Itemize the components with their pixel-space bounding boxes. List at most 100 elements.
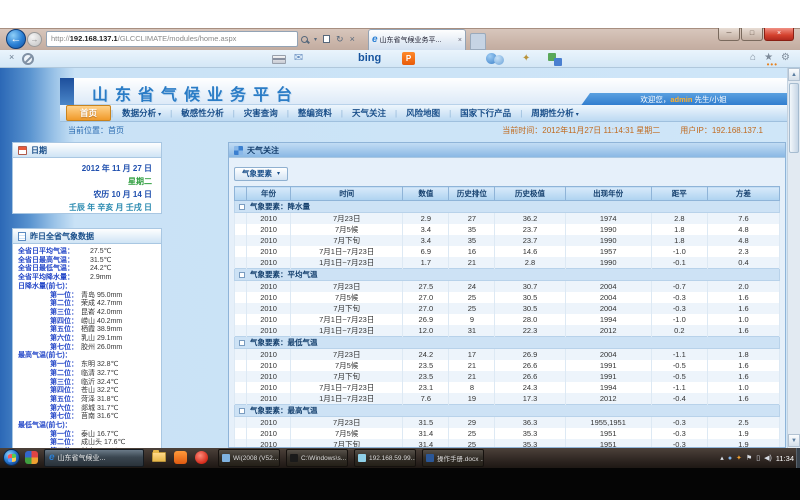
close-button[interactable]: × <box>764 28 794 41</box>
table-row: 20107月5候3.43523.719901.84.8 <box>235 224 780 235</box>
scrollbar-thumb[interactable] <box>789 83 799 153</box>
taskbar-app-icon[interactable] <box>25 451 38 464</box>
new-tab-button[interactable] <box>470 33 486 50</box>
taskbar-button-0[interactable]: Wi(2008 (V52... <box>218 449 280 467</box>
stat-label: 全省日最低气温： <box>18 265 90 274</box>
rank-label: 第一位： <box>18 361 78 370</box>
user-ip: 用户IP：192.168.137.1 <box>680 125 763 136</box>
expand-icon[interactable] <box>239 204 245 210</box>
weather-summary-header: 昨日全省气象数据 <box>13 229 161 244</box>
table-row: 20107月23日2.92736.219742.87.6 <box>235 213 780 225</box>
section-title: 气象要素：最低气温 <box>250 338 318 347</box>
table-cell: 4.8 <box>707 235 779 246</box>
start-button[interactable] <box>3 449 20 466</box>
mail-icon[interactable]: ✉ <box>294 51 303 64</box>
table-cell: 17.3 <box>495 393 565 405</box>
table-section-row[interactable]: 气象要素：最低气温 <box>235 337 780 349</box>
network-icon[interactable]: ▯ <box>756 454 760 462</box>
minimize-button[interactable]: ─ <box>718 28 740 41</box>
media-player-icon[interactable] <box>195 451 208 464</box>
stop-icon[interactable]: × <box>350 34 355 44</box>
vertical-scrollbar[interactable]: ▲ ▼ <box>787 68 800 448</box>
rank-value: 菏泽 31.8℃ <box>81 396 118 405</box>
table-row: 20101月1日~7月23日7.61917.32012-0.41.6 <box>235 393 780 405</box>
welcome-username: admin <box>670 95 692 104</box>
explorer-folder-icon[interactable] <box>152 452 166 462</box>
menu-item-5[interactable]: 天气关注 <box>343 106 395 120</box>
table-cell: 25 <box>449 428 495 439</box>
back-icon[interactable]: ← <box>6 29 26 49</box>
expand-icon[interactable] <box>239 408 245 414</box>
table-section-row[interactable]: 气象要素：平均气温 <box>235 269 780 281</box>
menu-item-2[interactable]: 敏感性分析 <box>172 106 233 120</box>
home-icon[interactable]: ⌂ <box>750 51 756 65</box>
table-cell: 7月23日 <box>291 417 403 429</box>
menu-item-6[interactable]: 风险地图 <box>397 106 449 120</box>
table-cell: 1.6 <box>707 371 779 382</box>
addon-close-icon[interactable]: × <box>9 52 14 62</box>
show-hidden-icons[interactable]: ▴ <box>720 454 724 462</box>
refresh-icon[interactable]: ↻ <box>336 34 344 45</box>
pinned-app-icon[interactable] <box>174 451 187 464</box>
expand-icon[interactable] <box>239 340 245 346</box>
blocked-icon[interactable] <box>22 53 34 65</box>
forward-icon[interactable]: → <box>27 32 42 47</box>
card-icon[interactable] <box>272 55 286 64</box>
rank-value: 东明 32.8℃ <box>81 361 118 370</box>
table-cell: 2010 <box>247 371 291 382</box>
menu-item-3[interactable]: 灾害查询 <box>235 106 287 120</box>
section-title: 气象要素：最高气温 <box>250 406 318 415</box>
rank-value: 胶州 26.0mm <box>81 344 122 353</box>
compatibility-icon[interactable] <box>323 35 330 43</box>
element-filter-button[interactable]: 气象要素 ▾ <box>234 167 288 181</box>
table-cell: -0.3 <box>651 417 707 429</box>
more-options-icon[interactable]: ••• <box>767 60 778 69</box>
rank-value: 青岛 95.0mm <box>81 292 122 301</box>
calendar-body: 2012 年 11 月 27 日 星期二 农历 10 月 14 日 壬辰 年 辛… <box>13 158 161 214</box>
tray-update-icon[interactable]: ✦ <box>736 454 742 462</box>
rank-label: 第三位： <box>18 379 78 388</box>
plugin-icon-star[interactable]: ✦ <box>522 53 530 64</box>
maximize-button[interactable]: □ <box>741 28 763 41</box>
taskbar-active-window[interactable]: e 山东省气候业... <box>44 449 144 467</box>
taskbar-button-1[interactable]: C:\Windows\s... <box>286 449 348 467</box>
table-section-row[interactable]: 气象要素：降水量 <box>235 201 780 213</box>
window-controls: ─ □ × <box>717 28 794 41</box>
menu-item-8[interactable]: 周期性分析▾ <box>522 106 588 120</box>
menu-item-0[interactable]: 首页 <box>66 105 111 121</box>
menu-item-7[interactable]: 国家下行产品 <box>451 106 520 120</box>
address-bar[interactable]: http://192.168.137.1/GLCCLIMATE/modules/… <box>46 31 298 47</box>
browser-tab[interactable]: e 山东省气候业务平... × <box>368 29 466 50</box>
search-icon[interactable] <box>301 36 308 43</box>
table-cell: 6.9 <box>403 246 449 257</box>
bing-logo[interactable]: bing <box>358 52 381 64</box>
table-cell: 2010 <box>247 393 291 405</box>
calendar-panel-title: 日期 <box>31 145 47 156</box>
tab-close-icon[interactable]: × <box>458 37 462 44</box>
show-desktop-button[interactable] <box>796 448 800 468</box>
menu-item-1[interactable]: 数据分析▾ <box>113 106 170 120</box>
taskbar-button-label: Wi(2008 (V52... <box>233 455 278 462</box>
plugin-icon-orange[interactable]: P <box>402 52 415 65</box>
table-cell: -0.1 <box>651 257 707 269</box>
table-cell: 35.3 <box>495 439 565 448</box>
menu-item-4[interactable]: 整编资料 <box>289 106 341 120</box>
chevron-down-icon[interactable]: ▾ <box>314 36 317 43</box>
gear-icon[interactable]: ⚙ <box>781 51 790 65</box>
table-section-row[interactable]: 气象要素：最高气温 <box>235 405 780 417</box>
volume-icon[interactable]: ◀) <box>764 454 772 462</box>
expand-icon[interactable] <box>239 272 245 278</box>
table-cell: 7月下旬 <box>291 303 403 314</box>
table-cell: 1月1日~7月23日 <box>291 325 403 337</box>
taskbar-button-2[interactable]: 192.168.59.99... <box>354 449 416 467</box>
calendar-date: 2012 年 11 月 27 日 <box>13 162 152 175</box>
scroll-down-icon[interactable]: ▼ <box>788 434 800 447</box>
rank-line: 第五位：菏泽 31.8℃ <box>18 396 156 405</box>
tray-app-icon[interactable]: ● <box>728 455 732 462</box>
table-cell: 1990 <box>565 235 651 246</box>
taskbar-button-3[interactable]: 操作手册.docx ... <box>422 449 484 467</box>
action-center-flag-icon[interactable]: ⚑ <box>746 454 752 462</box>
scroll-up-icon[interactable]: ▲ <box>788 68 800 81</box>
clock[interactable]: 11:34 <box>776 454 794 463</box>
chevron-down-icon: ▾ <box>158 112 161 118</box>
